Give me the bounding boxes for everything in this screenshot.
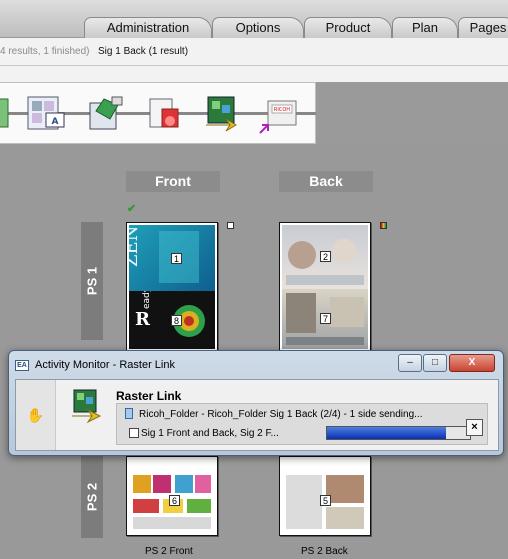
signature-icon — [129, 428, 139, 438]
import-step-icon[interactable] — [0, 91, 14, 135]
svg-text:RICOH: RICOH — [274, 107, 290, 113]
svg-text:ZEN: ZEN — [129, 226, 142, 267]
app-logo-icon: EA — [15, 360, 29, 371]
raster-link-icon — [68, 388, 108, 424]
minimize-button[interactable]: – — [398, 354, 422, 372]
ps1-label-bar: PS 1 — [81, 222, 103, 340]
ps2-front-caption: PS 2 Front — [145, 546, 193, 557]
job-status-line: Ricoh_Folder - Ricoh_Folder Sig 1 Back (… — [139, 409, 423, 420]
dialog-title: Activity Monitor - Raster Link — [35, 359, 175, 371]
svg-text:R: R — [135, 309, 151, 330]
document-icon — [125, 408, 133, 419]
raster-link-step-icon[interactable] — [200, 91, 244, 135]
job-detail-line: Sig 1 Front and Back, Sig 2 F... — [141, 428, 279, 439]
ps1-back-sheet[interactable]: 2 7 — [279, 222, 371, 352]
page-number: 8 — [171, 315, 182, 326]
page-number: 6 — [169, 495, 180, 506]
strip-gap — [0, 66, 508, 82]
job-row[interactable]: Ricoh_Folder - Ricoh_Folder Sig 1 Back (… — [116, 403, 488, 445]
tab-options[interactable]: Options — [212, 17, 304, 38]
progress-fill — [327, 427, 446, 439]
sheet-status-icon — [227, 222, 234, 229]
ps2-label-bar: PS 2 — [81, 456, 103, 538]
cancel-job-button[interactable]: × — [466, 419, 483, 436]
ps1-front-sheet[interactable]: ZEN Ready 1 8 — [126, 222, 218, 352]
front-column-header: Front — [126, 171, 220, 192]
check-icon: ✔ — [127, 203, 137, 215]
page-number: 1 — [171, 253, 182, 264]
results-summary: 4 results, 1 finished) — [0, 46, 90, 57]
proof-step-icon[interactable] — [144, 91, 188, 135]
page-number: 7 — [320, 313, 331, 324]
ricoh-output-step-icon[interactable]: RICOH — [258, 91, 302, 135]
tab-product[interactable]: Product — [304, 17, 392, 38]
tab-bar: Administration Options Product Plan Page… — [0, 0, 508, 38]
workflow-chain: A RICOH — [0, 82, 316, 144]
close-button[interactable]: X — [449, 354, 495, 372]
tab-administration[interactable]: Administration — [84, 17, 212, 38]
maximize-button[interactable]: □ — [423, 354, 447, 372]
ps2-back-caption: PS 2 Back — [301, 546, 348, 557]
ps2-label: PS 2 — [84, 482, 100, 512]
page-number: 2 — [320, 251, 331, 262]
back-column-header: Back — [279, 171, 373, 192]
ps1-label: PS 1 — [84, 266, 100, 296]
color-status-icon — [380, 222, 387, 229]
selected-result[interactable]: Sig 1 Back (1 result) — [98, 38, 188, 66]
results-strip: 4 results, 1 finished) Sig 1 Back (1 res… — [0, 38, 508, 66]
job-progress-bar — [326, 426, 471, 440]
ps2-back-sheet[interactable]: 5 — [279, 456, 371, 536]
preflight-step-icon[interactable] — [84, 91, 128, 135]
ps2-front-sheet[interactable]: 6 — [126, 456, 218, 536]
hand-icon[interactable]: ✋ — [16, 380, 56, 450]
activity-monitor-dialog: EA Activity Monitor - Raster Link – □ X … — [8, 350, 504, 456]
tab-plan[interactable]: Plan — [392, 17, 458, 38]
dialog-body: ✋ Raster Link Ricoh_Folder - Ricoh_Folde… — [15, 379, 499, 451]
raster-link-heading: Raster Link — [116, 389, 182, 403]
tab-pages[interactable]: Pages — [458, 17, 508, 38]
imposition-step-icon[interactable]: A — [24, 91, 68, 135]
page-number: 5 — [320, 495, 331, 506]
svg-text:A: A — [52, 117, 59, 127]
svg-text:eady: eady — [142, 291, 152, 309]
